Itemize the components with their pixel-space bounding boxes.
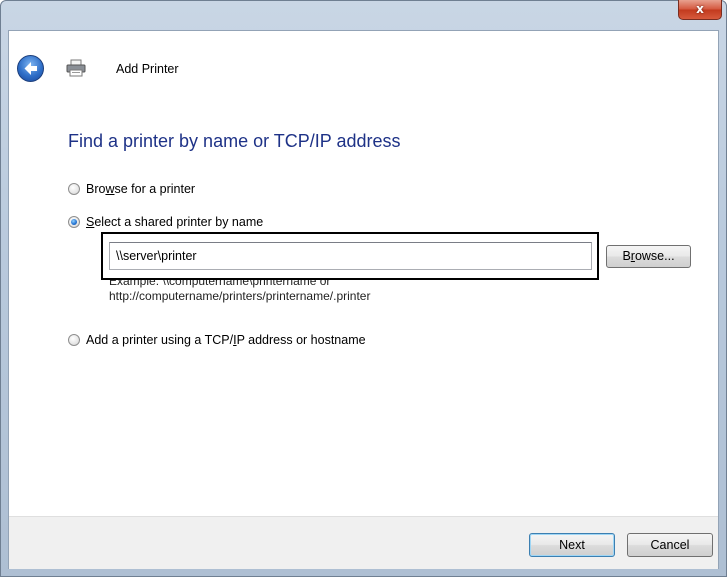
back-arrow-icon: [24, 62, 37, 75]
radio-label: Select a shared printer by name: [86, 215, 264, 229]
radio-shared-printer[interactable]: Select a shared printer by name: [68, 214, 263, 230]
radio-label: Browse for a printer: [86, 182, 196, 196]
back-button[interactable]: [17, 55, 44, 82]
radio-tcpip-printer[interactable]: Add a printer using a TCP/IP address or …: [68, 332, 366, 348]
close-icon: x: [696, 2, 704, 16]
next-button[interactable]: Next: [529, 533, 615, 557]
browse-button[interactable]: Browse...: [606, 245, 691, 268]
close-button[interactable]: x: [678, 0, 722, 20]
radio-button[interactable]: [68, 183, 80, 195]
radio-button[interactable]: [68, 334, 80, 346]
radio-browse-printer[interactable]: Browse for a printer: [68, 181, 195, 197]
radio-button-selected[interactable]: [68, 216, 80, 228]
example-text: Example: \\computername\printername or h…: [109, 280, 371, 303]
page-heading: Find a printer by name or TCP/IP address: [68, 131, 401, 151]
cancel-button[interactable]: Cancel: [627, 533, 713, 557]
shared-printer-input[interactable]: \\server\printer: [109, 242, 592, 270]
printer-icon: [66, 59, 86, 77]
radio-label: Add a printer using a TCP/IP address or …: [86, 333, 366, 347]
window-title: Add Printer: [116, 62, 179, 76]
